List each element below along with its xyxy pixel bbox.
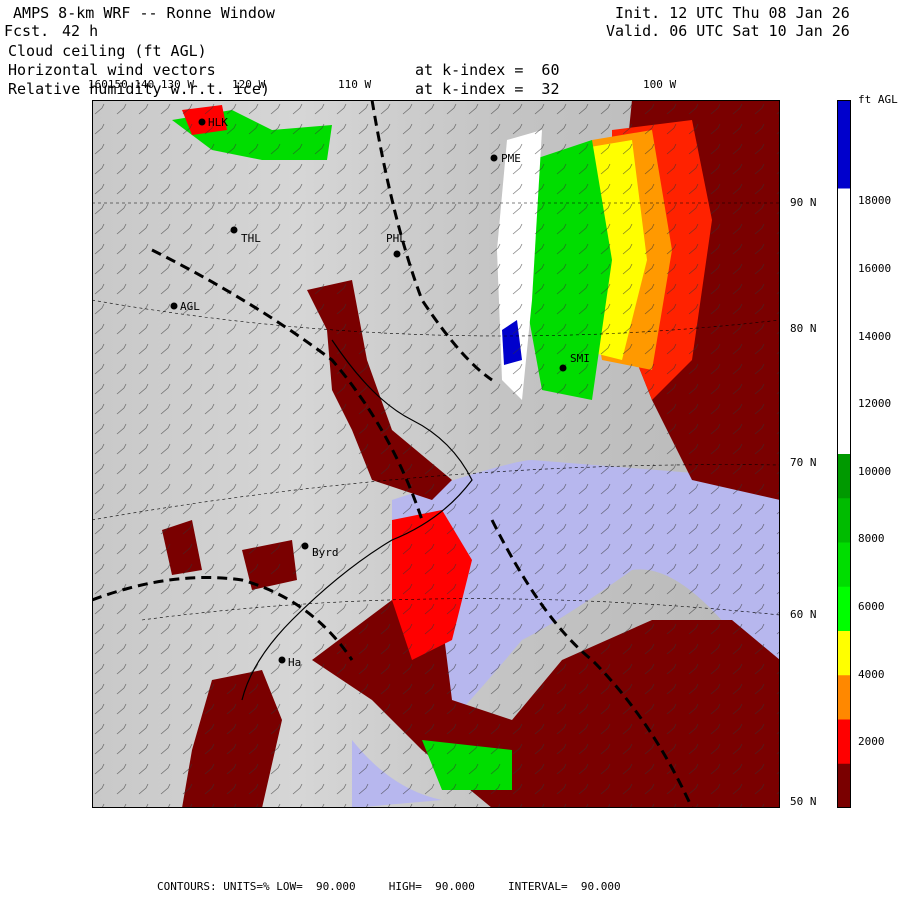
lon-label-160-130: 160150 140 130 W (88, 78, 194, 91)
lon-label-120: 120 W (232, 78, 266, 91)
colorbar (837, 100, 851, 808)
station-dot-thl (230, 226, 238, 234)
forecast-hour: 42 h (62, 22, 99, 40)
wind-vector-field (92, 100, 780, 808)
map-panel: HLK PME THL PHL AGL SMI Byrd Ha (92, 100, 780, 808)
colorbar-segment (837, 498, 851, 543)
k-index-2: at k-index = 32 (415, 80, 560, 98)
station-label-agl: AGL (180, 300, 200, 313)
lat-label-90n: 90 N (790, 196, 817, 209)
colorbar-label-4000: 4000 (858, 668, 885, 681)
colorbar-label-10000: 10000 (858, 465, 892, 478)
colorbar-label-12000: 12000 (858, 397, 892, 410)
station-dot-hlk (198, 118, 206, 126)
field-wind-vectors: Horizontal wind vectors (8, 61, 216, 79)
station-dot-phl (393, 250, 401, 258)
colorbar-segment (837, 719, 851, 765)
station-label-hlk: HLK (208, 116, 228, 129)
station-label-byrd: Byrd (312, 546, 339, 559)
station-label-thl: THL (241, 232, 261, 245)
colorbar-segment (837, 409, 851, 455)
colorbar-label-16000: 16000 (858, 262, 892, 275)
colorbar-segment (837, 454, 851, 499)
station-label-ha: Ha (288, 656, 301, 669)
contour-footer: CONTOURS: UNITS=% LOW= 90.000 HIGH= 90.0… (157, 880, 621, 893)
station-dot-byrd (301, 542, 309, 550)
colorbar-segment (837, 144, 851, 189)
model-title: AMPS 8-km WRF -- Ronne Window (4, 4, 275, 22)
lat-label-80n: 80 N (790, 322, 817, 335)
station-dot-smi (559, 364, 567, 372)
colorbar-segment (837, 321, 851, 366)
lat-label-70n: 70 N (790, 456, 817, 469)
lat-label-60n: 60 N (790, 608, 817, 621)
colorbar-unit: ft AGL (858, 93, 898, 106)
colorbar-label-8000: 8000 (858, 532, 885, 545)
station-label-smi: SMI (570, 352, 590, 365)
colorbar-segment (837, 277, 851, 322)
valid-time: Valid. 06 UTC Sat 10 Jan 26 (606, 22, 850, 40)
lat-label-50n: 50 N (790, 795, 817, 808)
k-index-1: at k-index = 60 (415, 61, 560, 79)
colorbar-segment (837, 100, 851, 145)
station-label-phl: PHL (386, 232, 406, 245)
colorbar-segment (837, 365, 851, 411)
forecast-label: Fcst. (4, 22, 50, 40)
station-dot-ha (278, 656, 286, 664)
colorbar-label-2000: 2000 (858, 735, 885, 748)
init-time: Init. 12 UTC Thu 08 Jan 26 (615, 4, 850, 22)
colorbar-segment (837, 586, 851, 632)
lon-label-100: 100 W (643, 78, 677, 91)
station-dot-pme (490, 154, 498, 162)
station-label-pme: PME (501, 152, 521, 165)
colorbar-segment (837, 631, 851, 676)
colorbar-label-6000: 6000 (858, 600, 885, 613)
station-dot-agl (170, 302, 178, 310)
lon-label-110: 110 W (338, 78, 372, 91)
colorbar-label-14000: 14000 (858, 330, 892, 343)
colorbar-segment (837, 542, 851, 588)
colorbar-label-18000: 18000 (858, 194, 892, 207)
colorbar-segment (837, 188, 851, 234)
field-cloud-ceiling: Cloud ceiling (ft AGL) (8, 42, 207, 60)
colorbar-segment (837, 232, 851, 278)
colorbar-segment (837, 763, 851, 808)
colorbar-segment (837, 675, 851, 720)
